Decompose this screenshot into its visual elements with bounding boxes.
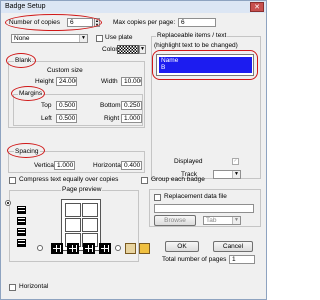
badge-preview-cell: [82, 218, 98, 232]
preview-title: Page preview: [61, 186, 103, 194]
total-pages-value: 1: [229, 255, 255, 264]
color-swatch[interactable]: [117, 45, 139, 54]
horizontal-checkbox[interactable]: [9, 284, 16, 291]
close-icon[interactable]: ✕: [250, 2, 264, 12]
total-pages-label: Total number of pages: [162, 256, 227, 263]
track-dropdown[interactable]: ▼: [213, 170, 241, 179]
use-plate-checkbox[interactable]: [96, 35, 103, 42]
height-input[interactable]: 24.000: [56, 77, 77, 86]
layout-2x4-icon[interactable]: [17, 217, 26, 225]
group-label: Group each badge: [151, 176, 205, 183]
max-copies-value: 6: [178, 18, 216, 27]
layout-2x5-icon[interactable]: [17, 228, 26, 236]
replaceable-highlight: [152, 50, 258, 80]
width-label: Width: [101, 78, 118, 85]
delimiter-value: Tab: [206, 217, 217, 224]
right-margin-input[interactable]: 1.000: [121, 114, 142, 123]
compress-label: Compress text equally over copies: [19, 176, 119, 183]
vertical-spacing-input[interactable]: 1.000: [54, 161, 75, 170]
chevron-down-icon: ▼: [232, 171, 240, 178]
template-dropdown[interactable]: None ▼: [11, 34, 88, 43]
title-bar: Badge Setup ✕: [1, 1, 266, 13]
layout-horizontal-3-icon[interactable]: [83, 243, 95, 254]
left-margin-input[interactable]: 0.500: [56, 114, 77, 123]
ok-button[interactable]: OK: [165, 241, 199, 252]
delimiter-dropdown[interactable]: Tab ▼: [203, 216, 241, 225]
left-margin-label: Left: [41, 115, 52, 122]
print-icon[interactable]: [125, 243, 136, 254]
displayed-label: Displayed: [174, 158, 203, 165]
right-margin-label: Right: [104, 115, 120, 122]
chevron-down-icon: ▼: [232, 217, 240, 224]
top-margin-label: Top: [41, 102, 52, 109]
replaceable-title: Replaceable items / text: [156, 32, 228, 40]
top-margin-input[interactable]: 0.500: [56, 101, 77, 110]
compress-checkbox[interactable]: [9, 177, 16, 184]
vertical-spacing-label: Vertical: [34, 162, 56, 169]
horizontal-spacing-input[interactable]: 0.400: [121, 161, 142, 170]
bottom-margin-label: Bottom: [100, 102, 121, 109]
spacing-highlight: [7, 143, 45, 158]
badge-preview-cell: [65, 218, 81, 232]
width-input[interactable]: 10.000: [121, 77, 142, 86]
window-title: Badge Setup: [5, 3, 46, 10]
layout-horizontal-4-icon[interactable]: [99, 243, 111, 254]
margins-highlight: [11, 86, 45, 101]
badge-setup-window: Badge Setup ✕ Number of copies 6 ▲ ▼ Max …: [0, 0, 267, 300]
replacement-label: Replacement data file: [164, 193, 227, 200]
badge-preview-cell: [82, 203, 98, 217]
layout-horizontal-2-icon[interactable]: [67, 243, 79, 254]
template-value: None: [14, 35, 30, 42]
blank-highlight: [6, 53, 36, 68]
cancel-button[interactable]: Cancel: [213, 241, 253, 252]
layout-2x6-icon[interactable]: [17, 239, 26, 247]
height-label: Height: [35, 78, 54, 85]
replacement-path-input[interactable]: [154, 204, 254, 213]
layout-horizontal-1-icon[interactable]: [51, 243, 63, 254]
open-folder-icon[interactable]: [139, 243, 150, 254]
badge-preview-cell: [65, 203, 81, 217]
replaceable-subtitle: (highlight text to be changed): [154, 42, 238, 49]
horizontal-layout-radio[interactable]: [37, 245, 43, 251]
use-plate-label: Use plate: [105, 34, 133, 41]
copies-highlight: [5, 14, 102, 31]
group-checkbox[interactable]: [141, 177, 148, 184]
horizontal-spacing-label: Horizontal: [93, 162, 123, 169]
replacement-checkbox[interactable]: [154, 194, 161, 201]
vertical-layout-radio[interactable]: [5, 200, 11, 206]
custom-layout-radio[interactable]: [115, 245, 121, 251]
chevron-down-icon: ▼: [79, 35, 87, 42]
browse-button[interactable]: Browse: [154, 215, 196, 226]
color-dropdown-arrow[interactable]: ▼: [139, 45, 146, 54]
displayed-checkbox[interactable]: ✓: [232, 158, 239, 165]
max-copies-label: Max copies per page:: [113, 19, 176, 26]
layout-2x3-icon[interactable]: [17, 206, 26, 214]
bottom-margin-input[interactable]: 0.250: [121, 101, 142, 110]
custom-size-label: Custom size: [47, 67, 83, 74]
horizontal-label: Horizontal: [19, 283, 49, 290]
